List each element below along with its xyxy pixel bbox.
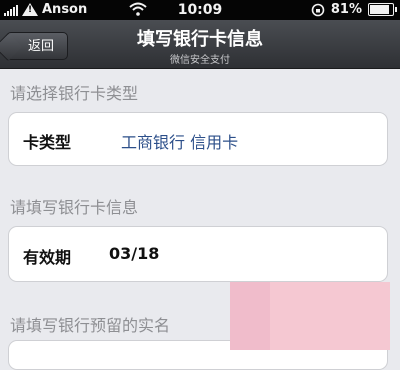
- rotation-lock-icon: [311, 3, 325, 16]
- status-bar: Anson 10:09 81%: [0, 0, 400, 20]
- nav-bar: 返回 填写银行卡信息 微信安全支付: [0, 20, 400, 69]
- battery-icon: [368, 3, 397, 16]
- expiry-label: 有效期: [23, 248, 72, 267]
- card-type-label: 卡类型: [23, 133, 72, 152]
- section-label-card-type: 请选择银行卡类型: [10, 84, 139, 103]
- section-label-real-name: 请填写银行预留的实名: [10, 316, 171, 335]
- expiry-value: 03/18: [109, 244, 160, 263]
- pink-overlay-edge: [230, 282, 270, 350]
- page-subtitle: 微信安全支付: [170, 55, 230, 66]
- card-type-value: 工商银行 信用卡: [121, 133, 239, 152]
- battery-percent: 81%: [330, 2, 362, 17]
- card-type-row[interactable]: 卡类型 工商银行 信用卡: [8, 112, 388, 166]
- status-right: 81%: [311, 2, 397, 17]
- page-title: 填写银行卡信息: [137, 29, 263, 50]
- section-label-card-info: 请填写银行卡信息: [10, 198, 139, 217]
- expiry-row[interactable]: 有效期 03/18: [8, 226, 388, 282]
